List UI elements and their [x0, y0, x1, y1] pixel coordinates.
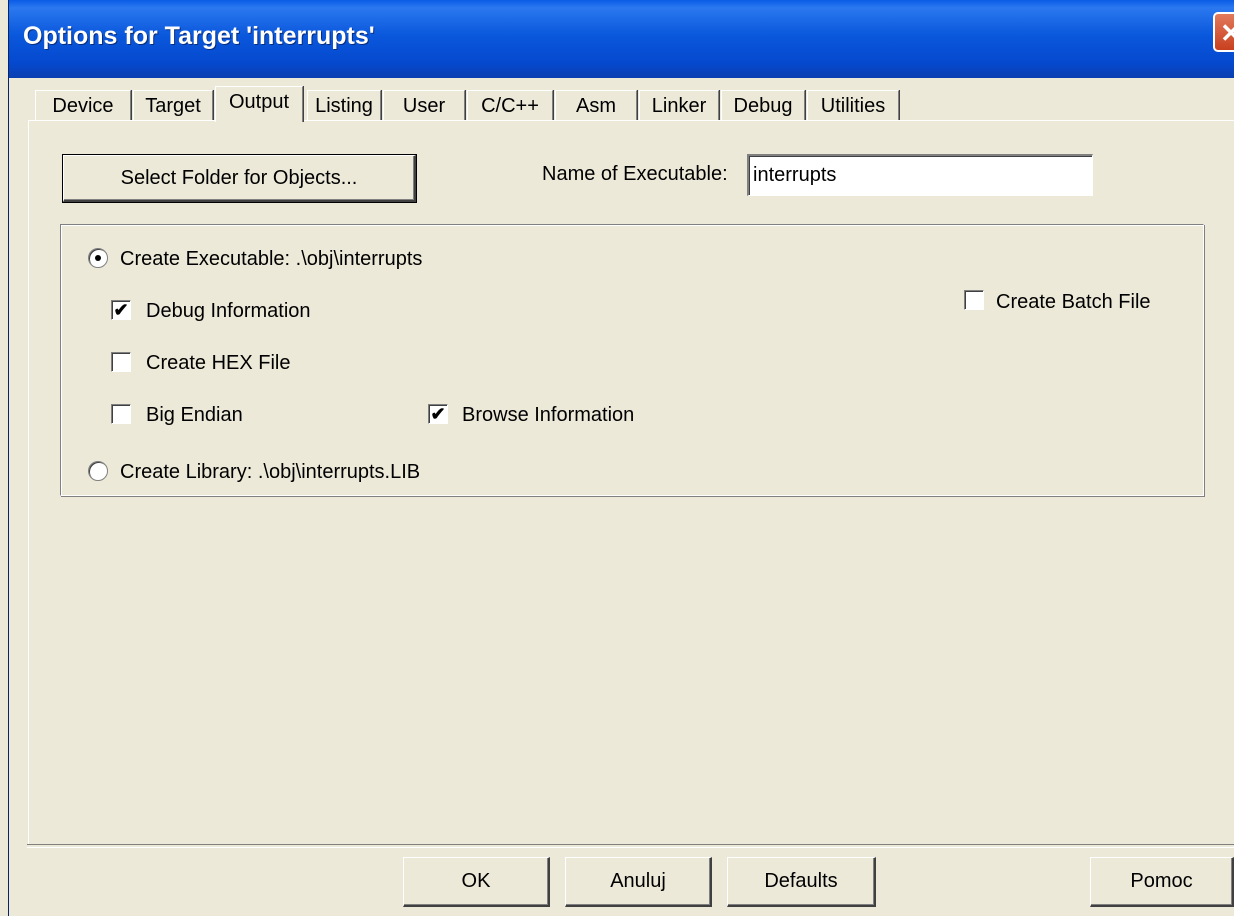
defaults-button[interactable]: Defaults: [727, 857, 876, 907]
create-batch-file-checkbox[interactable]: [964, 290, 984, 310]
title-bar[interactable]: Options for Target 'interrupts' ✕: [9, 0, 1234, 78]
close-icon[interactable]: ✕: [1213, 12, 1234, 52]
tab-asm[interactable]: Asm: [555, 90, 637, 120]
debug-information-checkbox[interactable]: ✔: [111, 300, 131, 320]
tab-utilities[interactable]: Utilities: [807, 90, 899, 120]
help-button[interactable]: Pomoc: [1090, 857, 1234, 907]
big-endian-checkbox[interactable]: [111, 404, 131, 424]
tab-user[interactable]: User: [383, 90, 465, 120]
create-executable-label[interactable]: Create Executable: .\obj\interrupts: [120, 248, 422, 271]
name-of-executable-label: Name of Executable:: [542, 163, 728, 185]
ok-button[interactable]: OK: [403, 857, 550, 907]
create-hex-file-label[interactable]: Create HEX File: [146, 352, 291, 375]
radio-selected-dot: [95, 255, 101, 261]
tab-output[interactable]: Output: [215, 86, 303, 122]
create-hex-file-checkbox[interactable]: [111, 352, 131, 372]
debug-information-label[interactable]: Debug Information: [146, 300, 311, 323]
create-library-label[interactable]: Create Library: .\obj\interrupts.LIB: [120, 461, 420, 484]
create-executable-radio[interactable]: [88, 248, 108, 268]
tab-debug[interactable]: Debug: [721, 90, 805, 120]
footer-separator: [27, 844, 1234, 848]
big-endian-label[interactable]: Big Endian: [146, 404, 243, 427]
name-of-executable-input[interactable]: [747, 154, 1093, 196]
browse-information-checkbox[interactable]: ✔: [428, 404, 448, 424]
tab-listing[interactable]: Listing: [307, 90, 381, 120]
select-folder-button[interactable]: Select Folder for Objects...: [62, 154, 417, 203]
window-title: Options for Target 'interrupts': [23, 22, 375, 50]
tab-linker[interactable]: Linker: [639, 90, 719, 120]
cancel-button[interactable]: Anuluj: [565, 857, 712, 907]
tab-c-cpp[interactable]: C/C++: [467, 90, 553, 120]
tab-strip: Device Target Output Listing User C/C++ …: [29, 86, 1234, 122]
tab-device[interactable]: Device: [35, 90, 131, 120]
create-library-radio[interactable]: [88, 461, 108, 481]
browse-information-label[interactable]: Browse Information: [462, 404, 634, 427]
create-batch-file-label[interactable]: Create Batch File: [996, 291, 1151, 314]
tab-target[interactable]: Target: [133, 90, 213, 120]
